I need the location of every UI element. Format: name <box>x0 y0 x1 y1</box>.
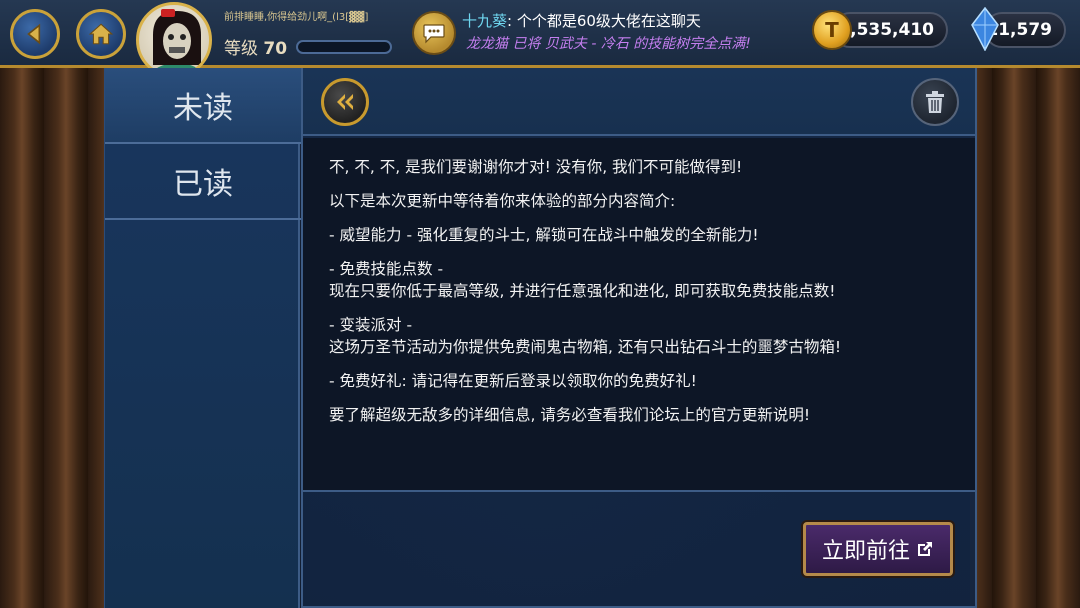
system-broadcast: 龙龙猫 已将 贝武夫 - 冷石 的技能树完全点满! <box>466 36 751 52</box>
chat-button[interactable] <box>412 11 456 55</box>
mail-category-panel: 未读 已读 <box>104 68 301 608</box>
go-now-label: 立即前往 <box>821 539 910 564</box>
mail-paragraph: - 威望能力 - 强化重复的斗士, 解锁可在战斗中触发的全新能力! <box>329 226 759 244</box>
delete-mail-button[interactable] <box>911 78 959 126</box>
home-button[interactable] <box>76 9 126 59</box>
mail-paragraph: 现在只要你低于最高等级, 并进行任意强化和进化, 即可获取免费技能点数! <box>329 282 836 300</box>
top-bar: 前排睡睡,你得给劲儿啊_(l3[▓▓] 等级 70 十九葵: 个个都是60级大佬… <box>0 0 1080 78</box>
chat-sender: 十九葵 <box>462 12 508 30</box>
level-label: 等级 <box>224 39 258 59</box>
trash-icon <box>926 91 944 113</box>
go-now-button[interactable]: 立即前往 <box>803 522 953 576</box>
arrow-left-icon <box>27 23 41 45</box>
mail-body: 不, 不, 不, 是我们要谢谢你才对! 没有你, 我们不可能做得到! 以下是本次… <box>303 138 975 492</box>
player-name: 前排睡睡,你得给劲儿啊_(l3[▓▓] <box>224 12 369 23</box>
mail-paragraph: - 免费技能点数 - <box>329 260 444 278</box>
tab-read[interactable]: 已读 <box>105 144 301 220</box>
left-curtain <box>0 66 110 608</box>
mail-paragraph: 不, 不, 不, 是我们要谢谢你才对! 没有你, 我们不可能做得到! <box>329 158 743 176</box>
double-chevron-left-icon <box>337 94 353 110</box>
chat-bubble-icon <box>423 24 445 44</box>
mail-header <box>303 68 975 136</box>
level-value: 70 <box>263 39 288 59</box>
home-icon <box>88 23 114 45</box>
external-link-icon <box>918 542 932 556</box>
mail-back-button[interactable] <box>321 78 369 126</box>
chat-message[interactable]: 十九葵: 个个都是60级大佬在这聊天 <box>462 10 701 31</box>
tab-unread[interactable]: 未读 <box>105 68 301 144</box>
mail-paragraph: 这场万圣节活动为你提供免费闹鬼古物箱, 还有只出钻石斗士的噩梦古物箱! <box>329 338 842 356</box>
xp-bar <box>296 40 392 54</box>
mail-paragraph: - 免费好礼: 请记得在更新后登录以领取你的免费好礼! <box>329 372 697 390</box>
mail-paragraph: - 变装派对 - <box>329 316 413 334</box>
player-level: 等级 70 <box>224 34 287 59</box>
right-curtain <box>970 66 1080 608</box>
chat-text: : 个个都是60级大佬在这聊天 <box>507 12 701 30</box>
gold-coin-icon: T <box>812 10 852 50</box>
gem-crystal-icon <box>971 7 999 51</box>
mail-paragraph: 要了解超级无敌多的详细信息, 请务必查看我们论坛上的官方更新说明! <box>329 406 811 424</box>
back-button[interactable] <box>10 9 60 59</box>
mail-detail-panel: 不, 不, 不, 是我们要谢谢你才对! 没有你, 我们不可能做得到! 以下是本次… <box>301 68 977 608</box>
player-avatar[interactable] <box>136 2 212 78</box>
mail-paragraph: 以下是本次更新中等待着你来体验的部分内容简介: <box>329 192 676 210</box>
